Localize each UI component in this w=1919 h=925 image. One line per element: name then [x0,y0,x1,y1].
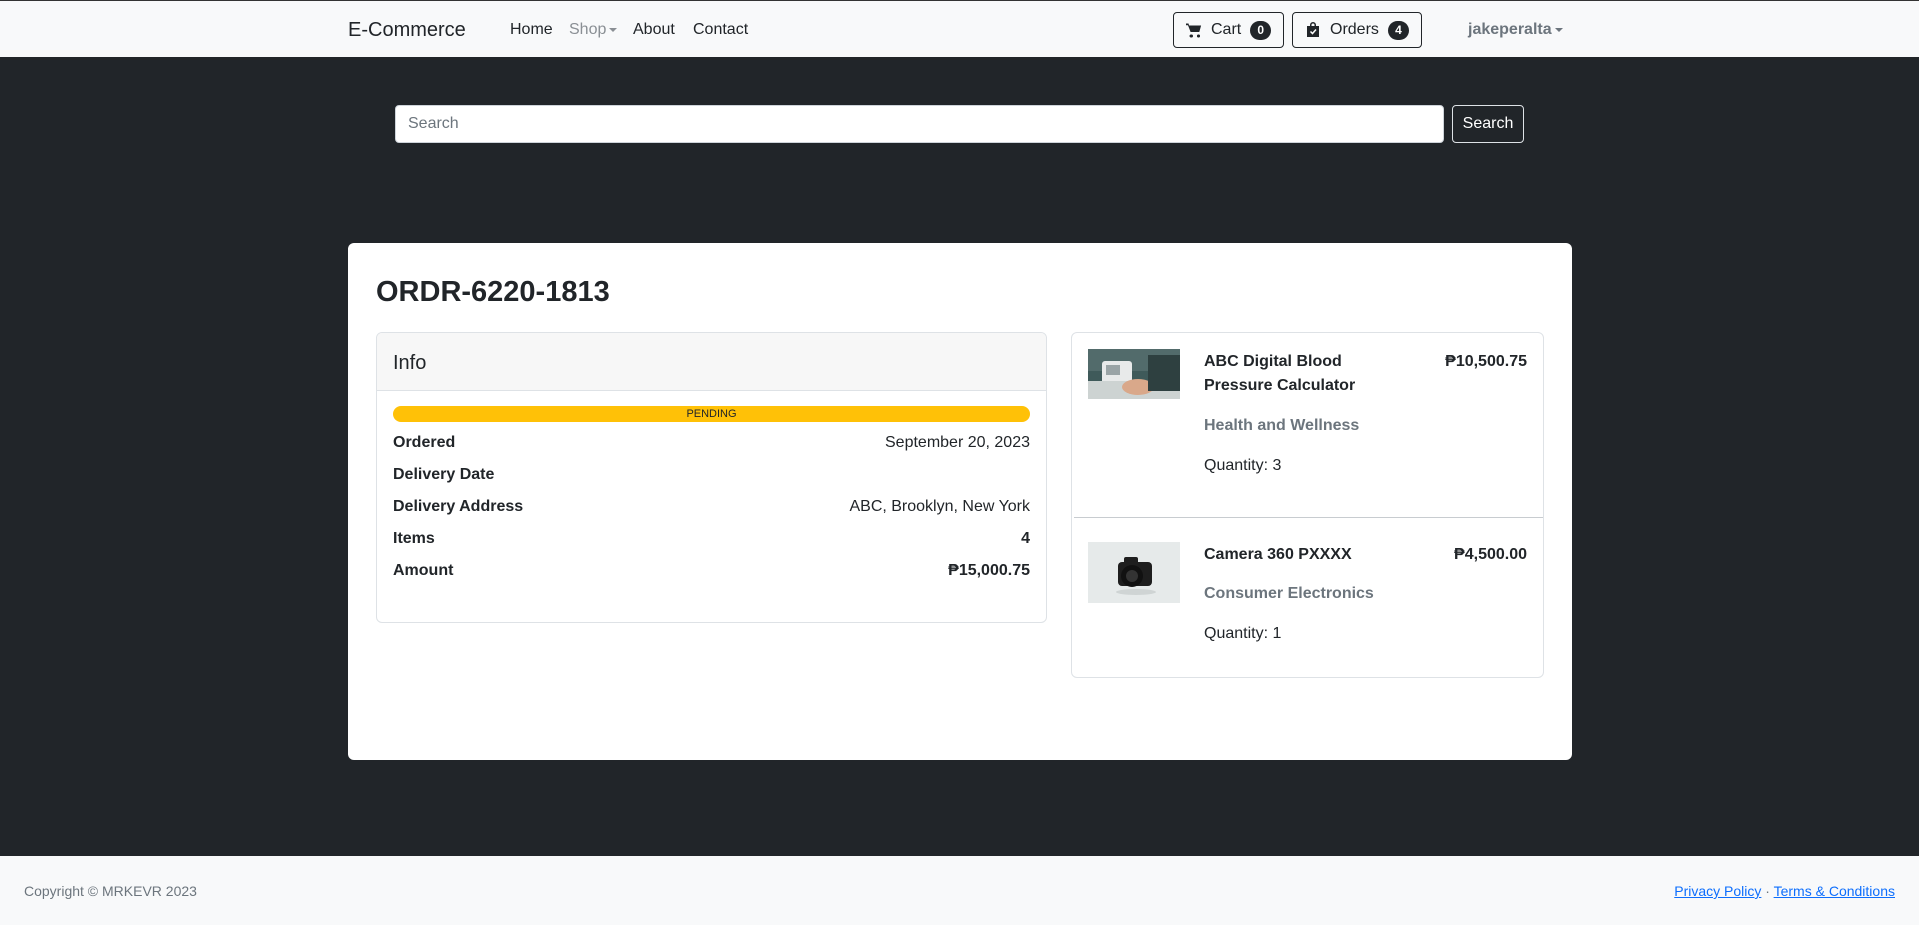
terms-conditions-link[interactable]: Terms & Conditions [1774,883,1895,899]
user-menu[interactable]: jakeperalta [1468,21,1563,39]
item-price: ₱10,500.75 [1445,353,1527,370]
delivery-address-value: ABC, Brooklyn, New York [849,498,1030,515]
delivery-address-label: Delivery Address [393,498,524,515]
footer-links: Privacy Policy · Terms & Conditions [1674,883,1895,899]
nav-link-about[interactable]: About [633,21,675,39]
nav-link-shop[interactable]: Shop [569,21,618,39]
chevron-down-icon [609,27,618,32]
brand-logo[interactable]: E-Commerce [348,19,466,42]
orders-label: Orders [1330,21,1379,38]
blood-pressure-monitor-image [1088,349,1180,399]
amount-value: ₱15,000.75 [948,562,1030,579]
amount-label: Amount [393,562,454,579]
item-quantity: Quantity: 1 [1204,625,1282,642]
privacy-policy-link[interactable]: Privacy Policy [1674,883,1761,899]
status-progress-bar: PENDING [393,406,1030,422]
copyright-text: Copyright © MRKEVR 2023 [24,883,197,899]
nav-link-home[interactable]: Home [510,21,553,39]
footer: Copyright © MRKEVR 2023 Privacy Policy ·… [0,856,1919,925]
item-divider [1074,517,1543,518]
order-info-panel: Info PENDING Ordered September 20, 2023 … [376,332,1047,623]
nav-link-shop-label: Shop [569,21,607,38]
chevron-down-icon [1554,27,1563,32]
cart-count-badge: 0 [1250,20,1272,40]
delivery-address-row: Delivery Address ABC, Brooklyn, New York [393,498,1030,516]
items-value: 4 [1021,530,1030,547]
item-price: ₱4,500.00 [1454,546,1527,563]
delivery-date-label: Delivery Date [393,466,495,483]
cart-icon [1186,23,1202,38]
cart-label: Cart [1211,21,1242,38]
delivery-date-row: Delivery Date [393,466,1030,484]
order-items-list: ABC Digital Blood Pressure Calculator ₱1… [1071,332,1544,678]
nav-link-contact[interactable]: Contact [693,21,748,39]
cart-button[interactable]: Cart 0 [1173,12,1285,48]
info-panel-title: Info [377,333,1046,391]
order-card: ORDR-6220-1813 Info PENDING Ordered Sept… [348,243,1572,760]
ordered-value: September 20, 2023 [885,434,1030,451]
item-name: Camera 360 PXXXX [1204,546,1352,563]
user-name: jakeperalta [1468,21,1552,38]
search-input[interactable] [395,105,1444,143]
order-id-title: ORDR-6220-1813 [376,276,610,308]
item-name: ABC Digital Blood Pressure Calculator [1204,353,1356,394]
ordered-row: Ordered September 20, 2023 [393,434,1030,452]
items-label: Items [393,530,435,547]
item-category: Health and Wellness [1204,417,1360,434]
search-button[interactable]: Search [1452,105,1524,143]
ordered-label: Ordered [393,434,456,451]
items-row: Items 4 [393,530,1030,548]
amount-row: Amount ₱15,000.75 [393,562,1030,580]
item-quantity: Quantity: 3 [1204,457,1282,474]
camera-image [1088,542,1180,603]
orders-button[interactable]: Orders 4 [1292,12,1422,48]
orders-count-badge: 4 [1387,20,1409,40]
footer-separator: · [1765,883,1770,899]
item-category: Consumer Electronics [1204,585,1374,602]
navbar: E-Commerce Home Shop About Contact Cart … [0,0,1919,57]
shopping-bag-icon [1307,22,1319,37]
